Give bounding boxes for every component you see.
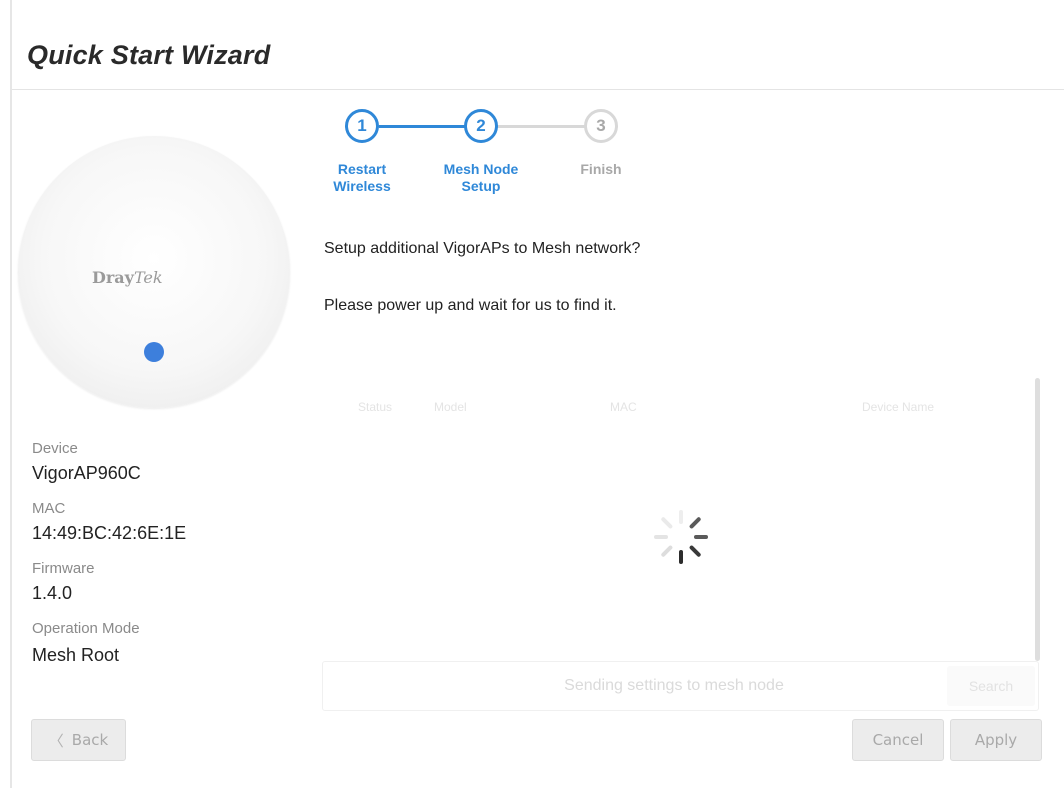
operation-mode-value: Mesh Root (32, 645, 120, 665)
back-button[interactable]: 〈 Back (31, 719, 126, 761)
column-header-status: Status (358, 400, 393, 414)
spinner-icon (654, 510, 708, 564)
column-header-model: Model (434, 400, 467, 414)
title-divider (12, 89, 1064, 90)
step-connector-2-3 (497, 125, 585, 128)
search-status-field: Sending settings to mesh node (564, 677, 784, 694)
operation-mode-label: Operation Mode (32, 620, 140, 637)
cancel-button[interactable]: Cancel (852, 719, 944, 761)
step-2-circle: 2 (464, 109, 498, 143)
step-2-label: Mesh Node Setup (443, 161, 519, 194)
setup-question: Setup additional VigorAPs to Mesh networ… (324, 240, 641, 257)
draytek-logo: DrayTek (92, 268, 163, 287)
apply-button[interactable]: Apply (950, 719, 1042, 761)
column-header-mac: MAC (610, 400, 637, 414)
power-up-instruction: Please power up and wait for us to find … (324, 297, 617, 314)
firmware-label: Firmware (32, 560, 95, 577)
page-title: Quick Start Wizard (27, 40, 271, 70)
left-border (10, 0, 12, 788)
step-connector-1-2 (379, 125, 465, 128)
mac-value: 14:49:BC:42:6E:1E (32, 523, 187, 543)
firmware-value: 1.4.0 (32, 583, 73, 603)
table-scrollbar[interactable] (1035, 378, 1040, 661)
device-value: VigorAP960C (32, 463, 141, 483)
step-3-circle: 3 (584, 109, 618, 143)
step-1-label: Restart Wireless (333, 161, 391, 194)
step-1-circle: 1 (345, 109, 379, 143)
chevron-left-icon: 〈 (48, 731, 64, 750)
device-label: Device (32, 440, 78, 457)
search-button[interactable]: Search (947, 666, 1035, 706)
status-led (144, 342, 164, 362)
column-header-device-name: Device Name (862, 400, 935, 414)
back-button-label: Back (71, 731, 109, 749)
step-3-label: Finish (580, 161, 622, 177)
mac-label: MAC (32, 500, 66, 517)
search-row: Sending settings to mesh node Search (322, 661, 1039, 711)
